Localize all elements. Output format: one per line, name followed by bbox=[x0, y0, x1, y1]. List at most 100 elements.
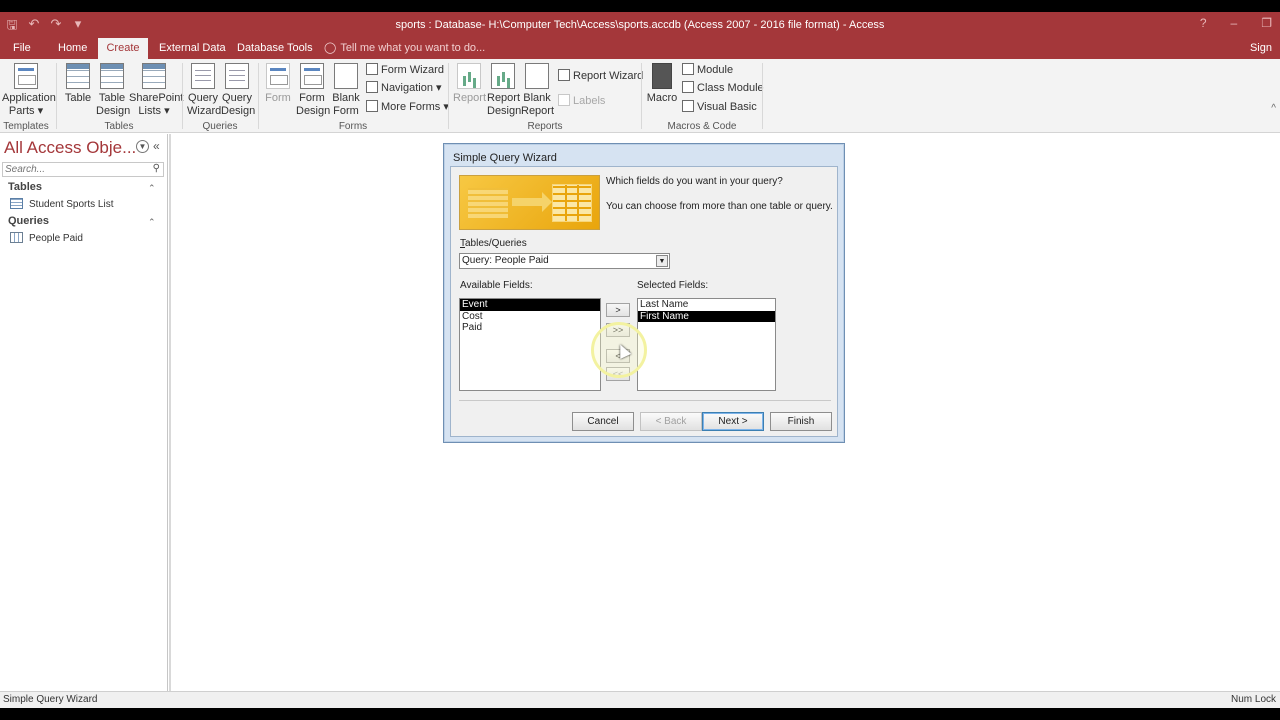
group-queries: Queries bbox=[202, 121, 238, 132]
form-design-button[interactable]: Form Design bbox=[296, 63, 330, 118]
form-button[interactable]: Form bbox=[264, 63, 292, 105]
back-button[interactable]: < Back bbox=[640, 412, 702, 431]
list-item[interactable]: Last Name bbox=[638, 299, 775, 311]
sharepoint-label: SharePoint bbox=[129, 92, 184, 104]
query-wizard-label: Query bbox=[188, 92, 218, 104]
group-macros-code: Macros & Code bbox=[667, 121, 737, 132]
next-button[interactable]: Next > bbox=[702, 412, 764, 431]
sharepoint-lists-button[interactable]: SharePoint Lists ▾ bbox=[129, 63, 183, 118]
more-forms-button[interactable]: More Forms ▾ bbox=[366, 99, 449, 116]
nav-item-people-paid[interactable]: People Paid bbox=[10, 232, 83, 244]
finish-button[interactable]: Finish bbox=[770, 412, 832, 431]
instruction-text: Which fields do you want in your query? bbox=[606, 176, 783, 187]
instruction-text-2: You can choose from more than one table … bbox=[606, 201, 833, 212]
tables-queries-value: Query: People Paid bbox=[462, 255, 549, 266]
class-module-label: Class Module bbox=[697, 82, 764, 94]
tables-queries-select[interactable]: Query: People Paid ▼ bbox=[459, 253, 670, 269]
visual-basic-icon bbox=[682, 100, 694, 112]
sharepoint-lists-icon bbox=[142, 63, 166, 89]
class-module-button[interactable]: Class Module bbox=[682, 80, 764, 97]
labels-label: Labels bbox=[573, 95, 606, 107]
tab-external-data[interactable]: External Data bbox=[151, 38, 234, 59]
group-tables: Tables bbox=[104, 121, 134, 132]
list-item[interactable]: Paid bbox=[460, 322, 600, 334]
tab-create[interactable]: Create bbox=[98, 38, 148, 59]
table-design-label-2: Design bbox=[96, 105, 131, 117]
wizard-banner-image bbox=[459, 175, 600, 230]
list-item[interactable]: Cost bbox=[460, 311, 600, 323]
tab-file[interactable]: File bbox=[5, 38, 39, 59]
report-wizard-button[interactable]: Report Wizard bbox=[558, 68, 643, 85]
form-icon bbox=[266, 63, 290, 89]
lightbulb-icon: ◯ bbox=[324, 42, 337, 54]
collapse-queries-icon[interactable]: ⌃ bbox=[148, 217, 156, 228]
report-design-button[interactable]: Report Design bbox=[487, 63, 521, 118]
query-design-button[interactable]: Query Design bbox=[221, 63, 255, 118]
minimize-icon[interactable]: – bbox=[1231, 16, 1238, 30]
navigation-label: Navigation bbox=[381, 82, 433, 94]
tab-home[interactable]: Home bbox=[50, 38, 95, 59]
macro-button[interactable]: Macro bbox=[646, 63, 678, 105]
labels-button[interactable]: Labels bbox=[558, 93, 605, 110]
search-icon[interactable]: ⚲ bbox=[153, 163, 160, 174]
navigation-button[interactable]: Navigation ▾ bbox=[366, 80, 442, 97]
nav-group-tables[interactable]: Tables bbox=[8, 181, 42, 193]
tell-me-box[interactable]: ◯ Tell me what you want to do... bbox=[324, 38, 485, 59]
num-lock-indicator: Num Lock bbox=[1230, 694, 1276, 705]
report-button[interactable]: Report bbox=[453, 63, 486, 105]
sign-in-link[interactable]: Sign bbox=[1250, 38, 1272, 58]
tell-me-text: Tell me what you want to do... bbox=[340, 42, 486, 54]
macro-icon bbox=[652, 63, 672, 89]
sharepoint-label-2: Lists bbox=[138, 105, 162, 117]
nav-pane-title[interactable]: All Access Obje... bbox=[4, 138, 136, 158]
collapse-ribbon-icon[interactable]: ^ bbox=[1271, 103, 1276, 114]
blank-report-icon bbox=[525, 63, 549, 89]
module-label: Module bbox=[697, 64, 734, 76]
nav-item-student-sports-list[interactable]: Student Sports List bbox=[10, 198, 114, 210]
report-design-label: Report bbox=[487, 92, 521, 104]
selected-fields-list[interactable]: Last Name First Name bbox=[637, 298, 776, 391]
blank-form-button[interactable]: Blank Form bbox=[331, 63, 361, 118]
navigation-pane: All Access Obje... ▼ « ⚲ Tables ⌃ Studen… bbox=[0, 134, 168, 691]
table-design-button[interactable]: Table Design bbox=[96, 63, 131, 118]
list-item[interactable]: First Name bbox=[638, 310, 775, 322]
nav-menu-chevron-icon[interactable]: ▼ bbox=[136, 140, 149, 153]
list-item[interactable]: Event bbox=[460, 299, 600, 311]
dropdown-arrow-icon[interactable]: ▼ bbox=[656, 255, 668, 267]
status-text: Simple Query Wizard bbox=[3, 694, 98, 705]
module-button[interactable]: Module bbox=[682, 62, 733, 79]
macro-label: Macro bbox=[646, 92, 678, 104]
dialog-body: Which fields do you want in your query? … bbox=[450, 166, 838, 437]
available-fields-list[interactable]: Event Cost Paid bbox=[459, 298, 601, 391]
result-table-graphic bbox=[552, 184, 592, 222]
nav-search-input[interactable] bbox=[3, 163, 143, 176]
nav-group-queries[interactable]: Queries bbox=[8, 215, 49, 227]
group-separator bbox=[641, 63, 642, 129]
more-forms-label: More Forms bbox=[381, 101, 441, 113]
collapse-tables-icon[interactable]: ⌃ bbox=[148, 183, 156, 194]
help-button[interactable]: ? bbox=[1200, 16, 1207, 30]
shutter-bar-collapse-icon[interactable]: « bbox=[153, 139, 160, 153]
blank-form-label: Blank bbox=[332, 92, 360, 104]
cancel-button[interactable]: Cancel bbox=[572, 412, 634, 431]
table-button[interactable]: Table bbox=[63, 63, 93, 105]
add-field-button[interactable]: > bbox=[606, 303, 630, 317]
application-parts-icon bbox=[14, 63, 38, 89]
tab-database-tools[interactable]: Database Tools bbox=[229, 38, 321, 59]
application-parts-button[interactable]: Application Parts ▾ bbox=[2, 63, 56, 118]
table-design-label: Table bbox=[98, 92, 126, 104]
restore-icon[interactable]: ❐ bbox=[1261, 16, 1272, 30]
application-parts-label-2: Parts bbox=[8, 105, 35, 117]
title-bar: 🖫 ↶ ↷ ▾ sports : Database- H:\Computer T… bbox=[0, 12, 1280, 38]
query-wizard-button[interactable]: Query Wizard bbox=[187, 63, 221, 118]
ribbon: Application Parts ▾ Templates Table Tabl… bbox=[0, 59, 1280, 133]
blank-report-button[interactable]: Blank Report bbox=[521, 63, 554, 118]
report-icon bbox=[457, 63, 481, 89]
nav-item-label: People Paid bbox=[29, 233, 83, 244]
group-separator bbox=[448, 63, 449, 129]
module-icon bbox=[682, 63, 694, 75]
form-design-icon bbox=[300, 63, 324, 89]
letterbox-top bbox=[0, 0, 1280, 12]
form-wizard-button[interactable]: Form Wizard bbox=[366, 62, 444, 79]
visual-basic-button[interactable]: Visual Basic bbox=[682, 99, 757, 116]
